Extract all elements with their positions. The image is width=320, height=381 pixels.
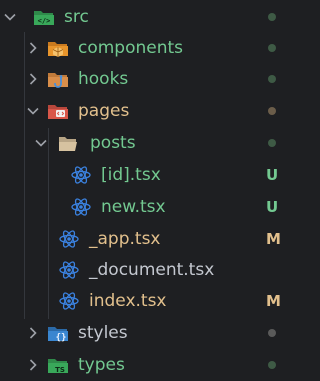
tree-item-label: _document.tsx (89, 260, 215, 280)
tree-item-document-tsx[interactable]: _document.tsx (0, 254, 303, 286)
status-dot (268, 361, 276, 369)
tree-item-label: posts (90, 133, 136, 153)
status-dot (268, 139, 276, 147)
status-dot (268, 329, 276, 337)
status-dot (268, 13, 276, 21)
folder-open-icon (59, 137, 77, 151)
tree-item-label: [id].tsx (101, 165, 161, 185)
tree-item-label: new.tsx (101, 197, 166, 217)
git-status-badge: U (266, 198, 279, 216)
chevron-down-icon[interactable] (25, 103, 41, 119)
tree-item-label: styles (78, 323, 128, 343)
git-status-badge: M (266, 230, 281, 248)
react-tsx-icon (59, 292, 79, 310)
tree-item-app-tsx[interactable]: _app.tsx M (0, 223, 303, 255)
git-status-badge: M (266, 292, 281, 310)
chevron-down-icon[interactable] (33, 135, 49, 151)
tree-item-components[interactable]: components (0, 32, 303, 64)
react-tsx-icon (71, 198, 91, 216)
svg-text:</>: </> (38, 17, 51, 25)
status-dot (268, 44, 276, 52)
chevron-right-icon[interactable] (25, 325, 41, 341)
tree-item-label: types (78, 355, 125, 375)
src-folder-icon: </> (34, 11, 54, 25)
react-tsx-icon (59, 230, 79, 248)
svg-text:{}: {} (56, 333, 67, 343)
tree-item-hooks[interactable]: hooks (0, 63, 303, 95)
git-status-badge: U (266, 166, 279, 184)
components-folder-icon (48, 42, 68, 57)
tree-item-styles[interactable]: {} styles (0, 317, 303, 349)
tree-item-label: components (78, 38, 184, 58)
tree-item-new-tsx[interactable]: new.tsx U (0, 191, 303, 223)
tree-item-id-tsx[interactable]: [id].tsx U (0, 159, 303, 191)
styles-folder-icon: {} (48, 327, 68, 343)
chevron-right-icon[interactable] (25, 40, 41, 56)
tree-item-label: hooks (78, 69, 129, 89)
chevron-right-icon[interactable] (25, 357, 41, 373)
tree-item-label: _app.tsx (89, 229, 161, 249)
tree-item-label: index.tsx (89, 291, 167, 311)
tree-item-label: pages (78, 101, 130, 121)
tree-item-index-tsx[interactable]: index.tsx M (0, 285, 303, 317)
status-dot (268, 75, 276, 83)
status-dot (268, 107, 276, 115)
pages-folder-icon (48, 105, 68, 119)
chevron-right-icon[interactable] (25, 71, 41, 87)
react-tsx-icon (71, 166, 91, 184)
types-folder-icon: TS (48, 359, 68, 374)
tree-item-posts[interactable]: posts (0, 127, 303, 159)
svg-text:TS: TS (55, 366, 65, 374)
react-tsx-icon (59, 261, 79, 279)
hooks-folder-icon (48, 73, 68, 88)
tree-item-src[interactable]: </> src (0, 1, 303, 33)
tree-item-types[interactable]: TS types (0, 349, 303, 381)
tree-item-pages[interactable]: pages (0, 95, 303, 127)
tree-item-label: src (64, 7, 89, 27)
chevron-down-icon[interactable] (2, 9, 18, 25)
file-explorer-tree: </> src components hooks pages posts [id… (0, 0, 303, 381)
